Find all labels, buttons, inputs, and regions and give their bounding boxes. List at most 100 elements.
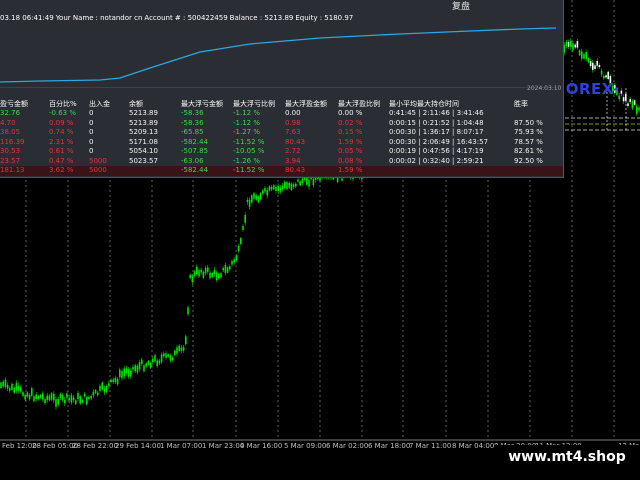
candle-body xyxy=(138,362,141,370)
candle-body xyxy=(42,393,44,400)
stats-cell-bal: 5209.13 xyxy=(129,128,158,136)
equity-curve-area: 2024.03.10 xyxy=(0,24,561,92)
candle-body xyxy=(248,199,251,207)
stats-cell-mfl: -58.36 xyxy=(181,118,204,127)
panel-title[interactable]: 复盘 xyxy=(452,0,470,12)
candle-body xyxy=(567,41,570,47)
candle-body xyxy=(105,386,108,392)
candle-body xyxy=(163,353,165,357)
candle-body xyxy=(17,385,20,391)
candle-body xyxy=(132,367,134,370)
candle-body xyxy=(215,272,218,281)
candle-body xyxy=(589,61,592,66)
stats-header-cell: 余额 xyxy=(129,99,143,108)
candle-body xyxy=(242,226,244,230)
stats-cell-mfl: -65.85 xyxy=(181,128,204,136)
candle-body xyxy=(2,381,4,387)
info-equity: Equity : 5180.97 xyxy=(295,14,354,22)
candle-body xyxy=(209,272,211,278)
candle-body xyxy=(101,382,103,390)
candle-body xyxy=(218,273,220,279)
candle-body xyxy=(189,274,191,279)
stats-cell-mfpp: 0.15 % xyxy=(338,128,363,136)
candle-body xyxy=(90,395,92,399)
stats-header-cell: 盈亏金额 xyxy=(0,99,28,108)
candle-body xyxy=(600,71,603,75)
candle-body xyxy=(270,186,273,190)
stats-cell-io: 0 xyxy=(89,118,94,127)
candle-body xyxy=(167,354,169,357)
candle-body xyxy=(202,271,205,278)
stats-cell-mfp: 0.98 xyxy=(285,118,301,127)
candle-body xyxy=(11,383,13,390)
candle-body xyxy=(281,185,284,189)
candle-body xyxy=(585,51,587,60)
candle-body xyxy=(165,353,167,358)
candle-body xyxy=(284,181,286,188)
candle-body xyxy=(253,193,255,199)
candle-body xyxy=(288,182,290,188)
stats-cell-bal: 5023.57 xyxy=(129,156,158,165)
candle-body xyxy=(158,360,161,364)
candle-body xyxy=(31,388,33,396)
candle-body xyxy=(116,379,119,385)
candle-body xyxy=(226,267,229,273)
candle-body xyxy=(72,397,75,401)
candle-body xyxy=(578,50,581,55)
candle-body xyxy=(33,396,35,402)
candle-body xyxy=(70,395,73,403)
stats-cell-pl: 181.13 xyxy=(0,166,49,176)
stats-cell-win: 75.93 % xyxy=(514,128,543,136)
stats-cell-win xyxy=(514,109,563,119)
candle-body xyxy=(127,369,130,377)
candle-body xyxy=(622,97,625,102)
candle-body xyxy=(66,393,68,398)
stats-cell-mfl: -582.44 xyxy=(181,137,209,146)
stats-cell-mfl: -58.36 xyxy=(181,109,204,117)
stats-cell-win: 87.50 % xyxy=(514,118,543,127)
info-account: Account # : 500422459 xyxy=(144,14,228,22)
candle-body xyxy=(574,44,576,48)
candle-body xyxy=(633,100,636,105)
stats-cell-time: 0:41:45 | 2:11:46 | 3:41:46 xyxy=(389,109,484,117)
candle-body xyxy=(35,394,37,400)
candle-body xyxy=(207,267,209,272)
stats-row: 30.53 0.61 % 0 5054.10 -507.85 -10.05 % 2.72 0.… xyxy=(0,147,563,157)
stats-header-cell: 最大浮亏比例 xyxy=(233,99,275,108)
candle-body xyxy=(9,388,11,391)
candle-body xyxy=(55,399,57,407)
stats-cell-pct: 0.61 % xyxy=(49,147,74,155)
stats-row: 4.70 0.09 % 0 5213.89 -58.36 -1.12 % 0.98 0.02 … xyxy=(0,119,563,129)
stats-cell-pct: 2.31 % xyxy=(49,137,74,146)
candle-body xyxy=(130,370,132,377)
stats-cell-mflp: -10.05 % xyxy=(233,147,265,155)
stats-cell-mfl: -507.85 xyxy=(181,147,209,155)
info-broker: : notandor cn xyxy=(95,14,143,22)
stats-cell-pl: 116.39 xyxy=(0,137,25,146)
stats-row: 116.39 2.31 % 0 5171.08 -582.44 -11.52 % 80.43… xyxy=(0,138,563,148)
candle-body xyxy=(39,395,42,398)
candle-body xyxy=(240,238,242,244)
stats-cell-pl: 38.05 xyxy=(0,128,21,136)
candle-body xyxy=(81,399,84,403)
stats-header-cell: 出入金 xyxy=(89,99,110,108)
stats-cell-io: 0 xyxy=(89,128,94,136)
candle-body xyxy=(193,271,196,276)
stats-cell-pct: 3.62 % xyxy=(49,166,89,176)
candle-body xyxy=(24,394,26,400)
stats-cell-mflp: -1.12 % xyxy=(233,109,260,117)
stats-cell-mfp: 80.43 xyxy=(285,137,306,146)
candle-body xyxy=(251,195,253,203)
time-axis-label: 8 Mar 04:00 xyxy=(452,442,495,450)
candle-body xyxy=(297,179,299,182)
time-axis-label: 29 Feb 14:00 xyxy=(115,442,161,450)
candle-body xyxy=(20,387,22,392)
stats-header-cell: 最大浮盈比例 xyxy=(338,99,380,108)
candle-body xyxy=(114,377,117,382)
candle-body xyxy=(92,391,95,396)
candle-body xyxy=(341,178,343,181)
stats-cell-time: 0:00:02 | 0:32:40 | 2:59:21 xyxy=(389,156,484,165)
candle-body xyxy=(4,379,7,388)
candle-body xyxy=(295,183,297,187)
candle-body xyxy=(620,90,623,94)
